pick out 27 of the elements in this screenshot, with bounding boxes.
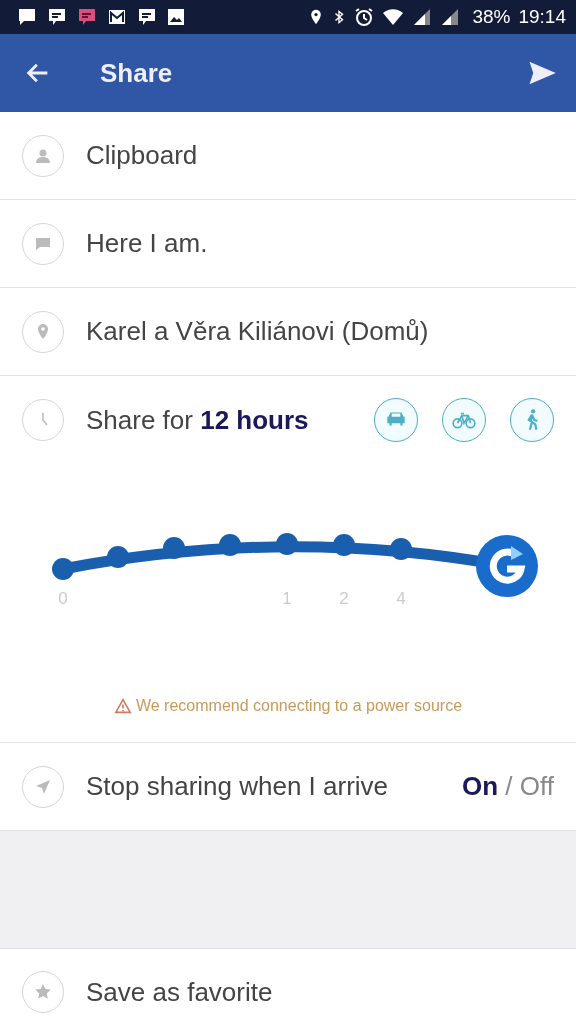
row-label: Here I am. [86,227,208,260]
image-icon [166,7,186,27]
message-icon [76,7,98,27]
warning-message: We recommend connecting to a power source [135,696,463,716]
slider-thumb[interactable] [476,535,538,597]
row-label: Save as favorite [86,975,273,1009]
row-label: Stop sharing when I arrive [86,770,390,803]
clock-time: 19:14 [518,4,566,29]
chat-icon [16,7,38,27]
list-row[interactable]: Here I am. [0,200,576,288]
signal-icon [440,7,461,27]
on-off-toggle[interactable]: On / Off [462,767,554,806]
row-label: Karel a Věra Kiliánovi (Domů) [86,315,429,348]
warning-icon [113,698,132,714]
favorite-row[interactable]: Save as favorite [0,948,576,1024]
wifi-icon [382,7,405,27]
row-label: Clipboard [86,139,198,172]
battery-percentage: 38% [472,4,511,29]
alarm-icon [354,7,375,27]
list-row[interactable]: Karel a Věra Kiliánovi (Domů) [0,288,576,376]
mail-icon [106,7,128,27]
message-icon [136,7,158,27]
list-row[interactable]: Clipboard [0,112,576,200]
signal-icon [412,7,433,27]
screen-title: Share [100,56,174,90]
duration-label: Share for 12 hours [86,403,310,437]
message-icon [46,7,68,27]
